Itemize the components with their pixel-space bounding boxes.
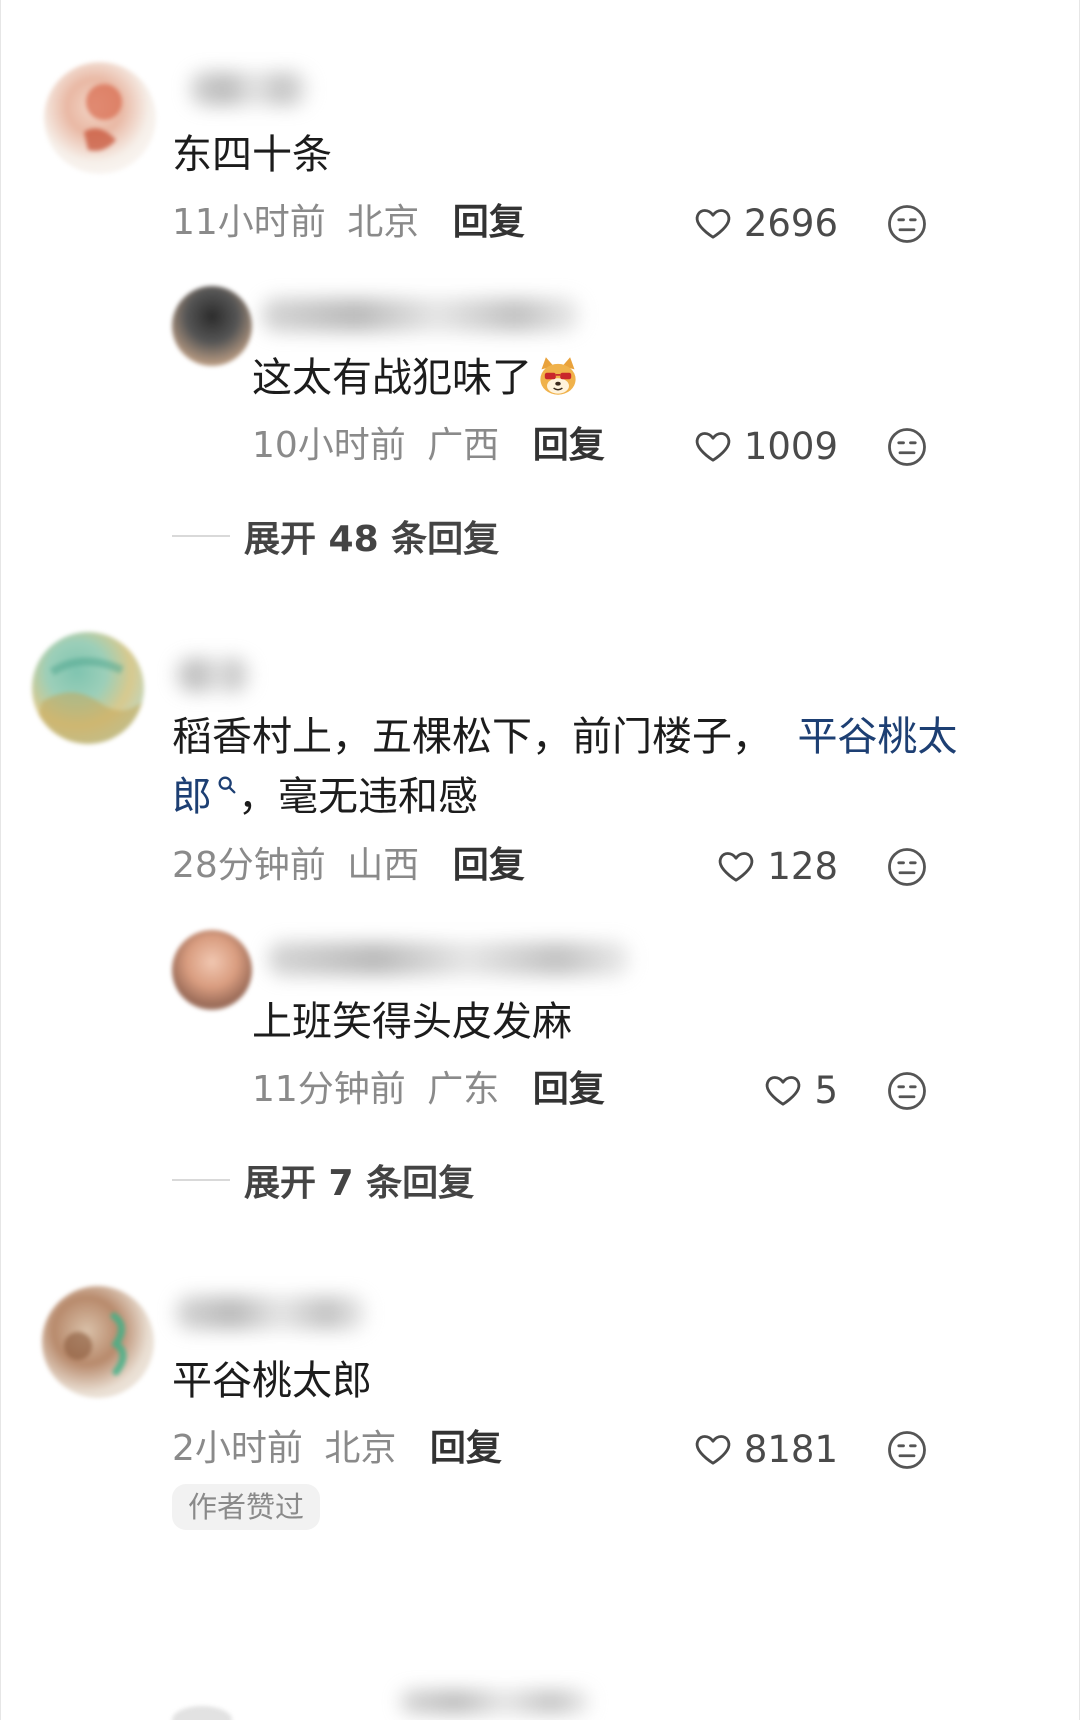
reply-user-avatar[interactable] bbox=[172, 930, 252, 1010]
meh-face-icon[interactable] bbox=[886, 846, 928, 888]
comment-meta: 11小时前 北京 回复 bbox=[172, 198, 525, 248]
like-count: 5 bbox=[814, 1068, 838, 1112]
search-link-continued[interactable]: 郎 bbox=[172, 774, 212, 820]
meh-face-icon[interactable] bbox=[886, 203, 928, 245]
reply-time: 10小时前 bbox=[252, 425, 406, 466]
reply-user-avatar[interactable] bbox=[172, 286, 252, 366]
reply-button[interactable]: 回复 bbox=[533, 425, 605, 466]
heart-outline-icon bbox=[695, 1435, 731, 1465]
comment-time: 11小时前 bbox=[172, 202, 326, 243]
comment-text: 稻香村上，五棵松下，前门楼子， 平谷桃太 bbox=[172, 704, 957, 770]
reply-button[interactable]: 回复 bbox=[453, 845, 525, 886]
avatar-image bbox=[32, 657, 142, 744]
comment-text-rest: ，毫无违和感 bbox=[238, 774, 478, 820]
reply-username-blurred[interactable] bbox=[268, 942, 630, 976]
like-button[interactable]: 128 bbox=[715, 841, 838, 891]
reply-location: 广西 bbox=[427, 425, 500, 466]
expand-replies-button[interactable]: 展开 48 条回复 bbox=[172, 511, 499, 561]
like-button[interactable]: 5 bbox=[762, 1065, 838, 1115]
expand-replies-label: 展开 48 条回复 bbox=[244, 519, 500, 560]
reply-text-content: 这太有战犯味了 bbox=[252, 355, 532, 401]
username-blurred[interactable] bbox=[190, 72, 308, 106]
heart-outline-icon bbox=[719, 852, 754, 882]
like-count: 1009 bbox=[743, 424, 838, 468]
heart-outline-icon bbox=[766, 1076, 801, 1106]
expand-replies-label: 展开 7 条回复 bbox=[244, 1163, 475, 1204]
divider-line bbox=[172, 535, 230, 537]
left-border bbox=[0, 0, 1, 1720]
meh-face-icon[interactable] bbox=[886, 1429, 928, 1471]
expand-replies-button[interactable]: 展开 7 条回复 bbox=[172, 1155, 474, 1205]
reply-meta: 10小时前 广西 回复 bbox=[252, 421, 605, 471]
search-link[interactable]: 平谷桃太 bbox=[797, 714, 957, 760]
comment-text: 东四十条 bbox=[172, 132, 332, 178]
comment-meta: 28分钟前 山西 回复 bbox=[172, 841, 525, 891]
search-icon[interactable] bbox=[216, 774, 238, 796]
user-avatar[interactable] bbox=[44, 62, 156, 174]
reply-button[interactable]: 回复 bbox=[430, 1428, 502, 1469]
avatar-image bbox=[84, 84, 122, 151]
heart-outline-icon bbox=[695, 432, 731, 462]
user-avatar[interactable] bbox=[42, 1286, 154, 1398]
comment-section: 东四十条 11小时前 北京 回复 2696 这太有战犯味了 10小时前 广西 回… bbox=[0, 0, 1080, 1720]
reply-time: 11分钟前 bbox=[252, 1069, 406, 1110]
next-avatar-partial bbox=[172, 1706, 232, 1720]
meh-face-icon[interactable] bbox=[886, 426, 928, 468]
username-blurred[interactable] bbox=[176, 1296, 366, 1330]
reply-meta: 11分钟前 广东 回复 bbox=[252, 1065, 605, 1115]
reply-button[interactable]: 回复 bbox=[533, 1069, 605, 1110]
reply-location: 广东 bbox=[427, 1069, 500, 1110]
divider-line bbox=[172, 1179, 230, 1181]
like-count: 128 bbox=[767, 844, 838, 888]
avatar-image bbox=[64, 1312, 127, 1376]
comment-time: 2小时前 bbox=[172, 1428, 303, 1469]
next-username-partial bbox=[400, 1690, 590, 1714]
like-button[interactable]: 1009 bbox=[692, 421, 838, 471]
like-count: 2696 bbox=[743, 201, 838, 245]
reply-text: 上班笑得头皮发麻 bbox=[252, 999, 572, 1045]
comment-location: 北京 bbox=[324, 1428, 397, 1469]
reply-text: 这太有战犯味了 bbox=[252, 345, 580, 411]
comment-text: 平谷桃太郎 bbox=[172, 1358, 372, 1404]
comment-location: 山西 bbox=[347, 845, 420, 886]
username-blurred[interactable] bbox=[176, 658, 250, 692]
comment-text-line2: 郎 ，毫无违和感 bbox=[172, 764, 478, 830]
heart-outline-icon bbox=[695, 209, 731, 239]
comment-location: 北京 bbox=[347, 202, 420, 243]
doge-sunglasses-emoji bbox=[540, 357, 576, 395]
comment-meta: 2小时前 北京 回复 bbox=[172, 1424, 502, 1474]
user-avatar[interactable] bbox=[32, 632, 144, 744]
comment-text-part: 稻香村上，五棵松下，前门楼子， bbox=[172, 714, 772, 760]
reply-button[interactable]: 回复 bbox=[453, 202, 525, 243]
author-liked-badge: 作者赞过 bbox=[172, 1484, 321, 1530]
like-button[interactable]: 2696 bbox=[692, 198, 838, 248]
meh-face-icon[interactable] bbox=[886, 1070, 928, 1112]
like-button[interactable]: 8181 bbox=[692, 1424, 838, 1474]
like-count: 8181 bbox=[743, 1427, 838, 1471]
comment-time: 28分钟前 bbox=[172, 845, 326, 886]
reply-username-blurred[interactable] bbox=[262, 298, 580, 332]
